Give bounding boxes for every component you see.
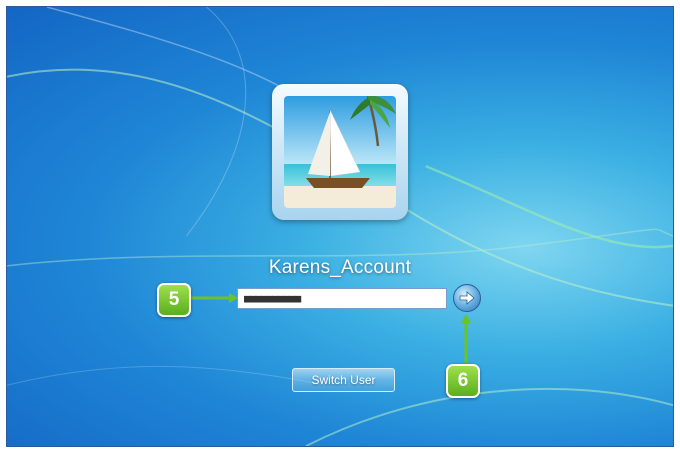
switch-user-button[interactable]: Switch User <box>292 368 395 392</box>
password-field[interactable]: ■■■■■■■■■■ <box>237 288 447 309</box>
submit-button[interactable] <box>453 284 481 312</box>
step-5-badge: 5 <box>157 283 191 317</box>
user-avatar <box>272 84 408 220</box>
arrow-right-icon <box>459 291 475 305</box>
step-6-badge: 6 <box>446 364 480 398</box>
username-label: Karens_Account <box>268 257 412 278</box>
sailboat-beach-image <box>284 96 396 208</box>
